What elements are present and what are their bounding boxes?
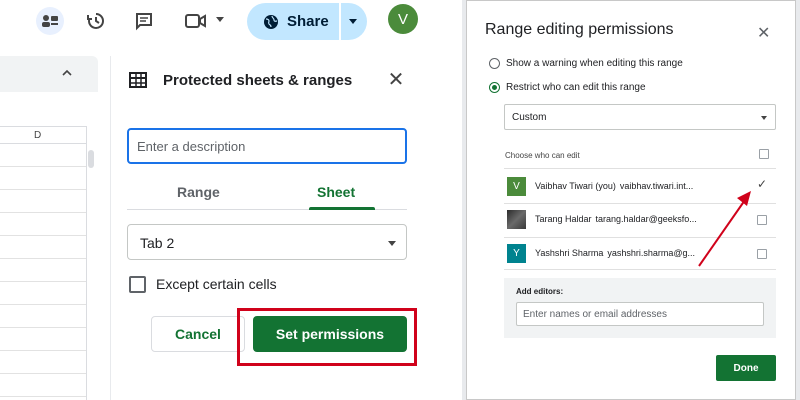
share-main-button[interactable]: Share [247, 3, 339, 40]
user-name: Tarang Haldar [535, 214, 592, 224]
divider [504, 269, 776, 270]
add-editors-label: Add editors: [516, 287, 564, 296]
sheets-toolbar: Share V [0, 0, 462, 46]
user-avatar: V [507, 177, 526, 196]
user-email: vaibhav.tiwari.int... [619, 181, 694, 191]
done-button[interactable]: Done [716, 355, 776, 381]
user-name: Yashshri Sharma [535, 248, 604, 258]
share-label: Share [287, 13, 329, 30]
close-icon[interactable]: ✕ [387, 69, 405, 91]
panel-title: Protected sheets & ranges [163, 72, 353, 89]
meet-dropdown-caret-icon[interactable] [216, 17, 224, 22]
history-icon[interactable] [82, 7, 110, 35]
sheet-select[interactable]: Tab 2 [127, 224, 407, 260]
formula-bar-area [0, 56, 98, 92]
column-header-label: D [34, 130, 42, 141]
highlight-annotation-box [237, 308, 417, 366]
except-cells-option[interactable]: Except certain cells [129, 274, 277, 294]
cancel-button[interactable]: Cancel [151, 316, 245, 352]
checked-checkbox-icon[interactable]: ✓ [757, 177, 767, 191]
restrict-option[interactable]: Restrict who can edit this range [489, 79, 646, 95]
add-editors-section: Add editors: [504, 278, 776, 338]
user-row: V Vaibhav Tiwari (you) vaibhav.tiwari.int… [504, 171, 776, 201]
description-input[interactable] [127, 128, 407, 164]
table-icon [129, 72, 147, 88]
grid-cells[interactable] [0, 144, 86, 400]
select-all-checkbox[interactable] [759, 149, 769, 159]
show-warning-option[interactable]: Show a warning when editing this range [489, 55, 683, 71]
account-avatar[interactable]: V [388, 4, 418, 34]
restrict-mode-value: Custom [512, 112, 547, 123]
except-cells-label: Except certain cells [156, 276, 277, 292]
user-email: tarang.haldar@geeksfo... [595, 214, 697, 224]
sheets-window: Share V D Protected sheets & ranges ✕ Ra… [0, 0, 462, 400]
user-row: Y Yashshri Sharma yashshri.sharma@g... [504, 238, 776, 268]
share-dropdown-caret-icon[interactable] [349, 19, 357, 24]
user-photo-avatar [507, 210, 526, 229]
user-name: Vaibhav Tiwari (you) [535, 181, 616, 191]
user-email: yashshri.sharma@g... [607, 248, 696, 258]
dropdown-caret-icon [761, 116, 767, 120]
share-divider [339, 3, 341, 40]
user-row: Tarang Haldar tarang.haldar@geeksfo... [504, 204, 776, 234]
restrict-radio[interactable] [489, 81, 500, 93]
globe-icon [264, 14, 278, 29]
column-header[interactable]: D [0, 126, 98, 144]
spreadsheet-grid: D [0, 56, 98, 400]
show-warning-label: Show a warning when editing this range [506, 57, 683, 69]
meet-present-icon[interactable] [36, 7, 64, 35]
choose-editors-label: Choose who can edit [505, 151, 580, 160]
user-avatar: Y [507, 244, 526, 263]
active-tab-indicator [309, 207, 375, 210]
range-sheet-tabs: Range Sheet [127, 178, 407, 210]
dialog-close-icon[interactable]: ✕ [757, 23, 770, 43]
range-permissions-dialog: Range editing permissions ✕ Show a warni… [466, 0, 796, 400]
add-editors-input[interactable] [516, 302, 764, 326]
divider [504, 168, 776, 169]
meet-video-icon[interactable] [182, 7, 210, 35]
chevron-up-icon[interactable] [62, 68, 72, 78]
grid-scrollbar[interactable] [88, 150, 94, 168]
share-button[interactable]: Share [247, 3, 367, 40]
user-checkbox[interactable] [757, 249, 767, 259]
comment-icon[interactable] [130, 7, 158, 35]
dialog-title: Range editing permissions [485, 21, 674, 38]
dropdown-caret-icon [388, 241, 396, 246]
tab-range[interactable]: Range [177, 184, 220, 200]
tab-sheet[interactable]: Sheet [317, 184, 355, 200]
restrict-label: Restrict who can edit this range [506, 81, 646, 93]
user-checkbox[interactable] [757, 215, 767, 225]
permissions-screenshot: Range editing permissions ✕ Show a warni… [462, 0, 800, 400]
except-cells-checkbox[interactable] [129, 275, 146, 293]
sheet-select-value: Tab 2 [140, 235, 175, 251]
restrict-mode-select[interactable]: Custom [504, 104, 776, 130]
show-warning-radio[interactable] [489, 57, 500, 69]
